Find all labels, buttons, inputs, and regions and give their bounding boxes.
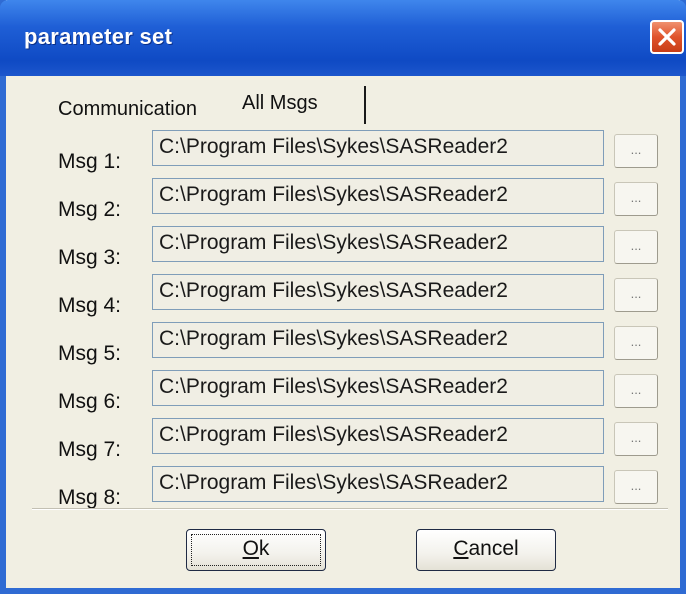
cancel-label: Cancel xyxy=(453,537,518,560)
msg-label: Msg 4: xyxy=(58,294,122,317)
browse-button[interactable]: ... xyxy=(614,230,658,264)
msg-path-field[interactable]: C:\Program Files\Sykes\SASReader2 xyxy=(152,130,604,166)
cancel-mnemonic: C xyxy=(453,537,469,560)
msg-row-4: Msg 4: C:\Program Files\Sykes\SASReader2… xyxy=(6,274,680,320)
msg-row-3: Msg 3: C:\Program Files\Sykes\SASReader2… xyxy=(6,226,680,272)
msg-label: Msg 6: xyxy=(58,390,122,413)
msg-row-1: Msg 1: C:\Program Files\Sykes\SASReader2… xyxy=(6,130,680,176)
ok-label: Ok xyxy=(243,537,270,560)
msg-path-field[interactable]: C:\Program Files\Sykes\SASReader2 xyxy=(152,370,604,406)
ok-mnemonic: O xyxy=(242,537,259,560)
msg-label: Msg 8: xyxy=(58,486,122,509)
tab-communication[interactable]: Communication xyxy=(58,98,197,121)
msg-label: Msg 3: xyxy=(58,246,122,269)
msg-label: Msg 7: xyxy=(58,438,122,461)
msg-label: Msg 1: xyxy=(58,150,122,173)
msg-row-2: Msg 2: C:\Program Files\Sykes\SASReader2… xyxy=(6,178,680,224)
cancel-button[interactable]: Cancel xyxy=(416,529,556,571)
msg-row-7: Msg 7: C:\Program Files\Sykes\SASReader2… xyxy=(6,418,680,464)
browse-button[interactable]: ... xyxy=(614,374,658,408)
browse-button[interactable]: ... xyxy=(614,470,658,504)
msg-path-field[interactable]: C:\Program Files\Sykes\SASReader2 xyxy=(152,322,604,358)
title-bar[interactable]: parameter set xyxy=(0,0,686,76)
tab-divider xyxy=(364,86,366,124)
ok-button[interactable]: Ok xyxy=(186,529,326,571)
msg-path-field[interactable]: C:\Program Files\Sykes\SASReader2 xyxy=(152,418,604,454)
parameter-set-dialog: parameter set Communication All Msgs Msg… xyxy=(0,0,686,594)
browse-button[interactable]: ... xyxy=(614,134,658,168)
msg-row-8: Msg 8: C:\Program Files\Sykes\SASReader2… xyxy=(6,466,680,512)
browse-button[interactable]: ... xyxy=(614,278,658,312)
tab-all-msgs[interactable]: All Msgs xyxy=(242,92,318,115)
ok-label-rest: k xyxy=(258,537,270,560)
browse-button[interactable]: ... xyxy=(614,182,658,216)
button-divider xyxy=(32,508,668,510)
dialog-client-area: Communication All Msgs Msg 1: C:\Program… xyxy=(6,76,680,588)
msg-path-field[interactable]: C:\Program Files\Sykes\SASReader2 xyxy=(152,178,604,214)
msg-path-field[interactable]: C:\Program Files\Sykes\SASReader2 xyxy=(152,226,604,262)
close-button[interactable] xyxy=(650,20,684,54)
msg-label: Msg 2: xyxy=(58,198,122,221)
msg-path-field[interactable]: C:\Program Files\Sykes\SASReader2 xyxy=(152,466,604,502)
msg-path-field[interactable]: C:\Program Files\Sykes\SASReader2 xyxy=(152,274,604,310)
msg-row-5: Msg 5: C:\Program Files\Sykes\SASReader2… xyxy=(6,322,680,368)
browse-button[interactable]: ... xyxy=(614,422,658,456)
msg-label: Msg 5: xyxy=(58,342,122,365)
cancel-label-rest: ancel xyxy=(468,537,519,560)
window-title: parameter set xyxy=(24,24,173,49)
browse-button[interactable]: ... xyxy=(614,326,658,360)
msg-row-6: Msg 6: C:\Program Files\Sykes\SASReader2… xyxy=(6,370,680,416)
